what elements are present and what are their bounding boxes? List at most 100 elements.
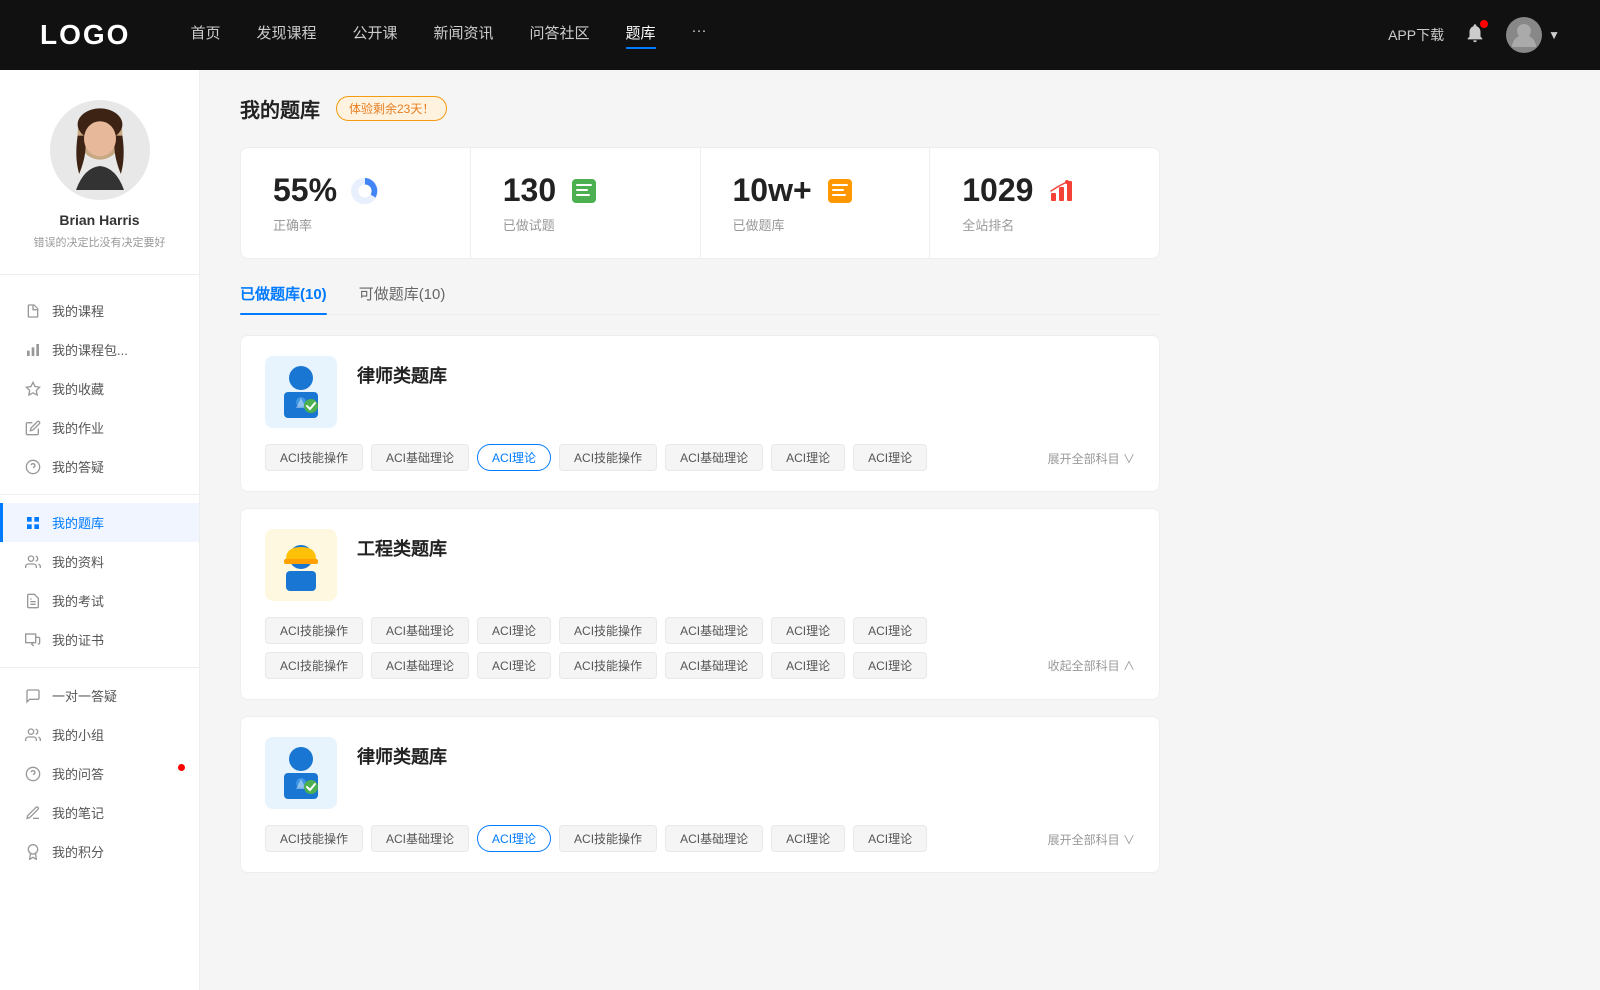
sidebar-item-mycourse[interactable]: 我的课程 [0, 291, 199, 330]
qa-icon [24, 765, 42, 783]
tag-3-3[interactable]: ACI技能操作 [559, 825, 657, 852]
stat-accuracy: 55% 正确率 [241, 148, 471, 258]
grid-icon [24, 514, 42, 532]
sidebar-label-myqa: 我的答疑 [52, 457, 104, 476]
sidebar-item-mygroup[interactable]: 我的小组 [0, 715, 199, 754]
nav-discover[interactable]: 发现课程 [256, 22, 316, 49]
profile-motto: 错误的决定比没有决定要好 [34, 234, 166, 250]
tag-2b-3[interactable]: ACI技能操作 [559, 652, 657, 679]
tag-1-5[interactable]: ACI理论 [771, 444, 845, 471]
app-download-link[interactable]: APP下载 [1388, 25, 1444, 45]
tag-1-3[interactable]: ACI技能操作 [559, 444, 657, 471]
tag-1-2[interactable]: ACI理论 [477, 444, 551, 471]
accuracy-value: 55% [273, 172, 337, 209]
tag-2b-5[interactable]: ACI理论 [771, 652, 845, 679]
qbank-header-2: 工程类题库 [265, 529, 1135, 601]
tag-3-6[interactable]: ACI理论 [853, 825, 927, 852]
tag-2b-1[interactable]: ACI基础理论 [371, 652, 469, 679]
qbank-tags-row-2a: ACI技能操作 ACI基础理论 ACI理论 ACI技能操作 ACI基础理论 AC… [265, 617, 1135, 644]
tag-2a-1[interactable]: ACI基础理论 [371, 617, 469, 644]
doc-icon [24, 592, 42, 610]
qbank-title-2: 工程类题库 [357, 529, 447, 561]
divider-1 [0, 494, 199, 495]
qbank-card-1: 律师类题库 ACI技能操作 ACI基础理论 ACI理论 ACI技能操作 ACI基… [240, 335, 1160, 492]
tab-available-banks[interactable]: 可做题库(10) [359, 283, 446, 314]
nav-qbank[interactable]: 题库 [626, 22, 656, 49]
pie-chart-icon [349, 175, 381, 207]
sidebar-item-mycert[interactable]: 我的证书 [0, 620, 199, 659]
nav-news[interactable]: 新闻资讯 [434, 22, 494, 49]
sidebar-label-mynotes: 我的笔记 [52, 803, 104, 822]
stat-site-rank: 1029 全站排名 [930, 148, 1159, 258]
stat-top-4: 1029 [962, 172, 1127, 209]
page-header: 我的题库 体验剩余23天！ [240, 94, 1160, 123]
tab-done-banks[interactable]: 已做题库(10) [240, 283, 327, 314]
tag-3-2[interactable]: ACI理论 [477, 825, 551, 852]
sidebar-item-myqa[interactable]: 我的答疑 [0, 447, 199, 486]
profile-avatar [50, 100, 150, 200]
sidebar-item-homework[interactable]: 我的作业 [0, 408, 199, 447]
tag-2b-6[interactable]: ACI理论 [853, 652, 927, 679]
sidebar-label-qbank: 我的题库 [52, 513, 104, 532]
stat-top-3: 10w+ [733, 172, 898, 209]
tag-2b-4[interactable]: ACI基础理论 [665, 652, 763, 679]
people-icon [24, 553, 42, 571]
tag-3-4[interactable]: ACI基础理论 [665, 825, 763, 852]
tag-2a-3[interactable]: ACI技能操作 [559, 617, 657, 644]
tags-container-1: ACI技能操作 ACI基础理论 ACI理论 ACI技能操作 ACI基础理论 AC… [265, 444, 927, 471]
questions-dot [178, 764, 185, 771]
stat-done-questions: 130 已做试题 [471, 148, 701, 258]
qbank-header-3: 律师类题库 [265, 737, 1135, 809]
qbank-title-3: 律师类题库 [357, 737, 447, 769]
edit-icon [24, 419, 42, 437]
qbank-icon-lawyer-3 [265, 737, 337, 809]
expand-link-1[interactable]: 展开全部科目 ∨ [1048, 450, 1135, 471]
tag-3-0[interactable]: ACI技能操作 [265, 825, 363, 852]
profile-name: Brian Harris [59, 212, 139, 228]
user-avatar-area[interactable]: ▼ [1506, 17, 1560, 53]
nav-home[interactable]: 首页 [190, 22, 220, 49]
medal-icon [24, 843, 42, 861]
nav-more[interactable]: ··· [692, 22, 707, 49]
sidebar-item-coursepackage[interactable]: 我的课程包... [0, 330, 199, 369]
sidebar-item-mynotes[interactable]: 我的笔记 [0, 793, 199, 832]
qbank-icon-lawyer-1 [265, 356, 337, 428]
tag-2b-2[interactable]: ACI理论 [477, 652, 551, 679]
qbank-card-3: 律师类题库 ACI技能操作 ACI基础理论 ACI理论 ACI技能操作 ACI基… [240, 716, 1160, 873]
tag-2a-6[interactable]: ACI理论 [853, 617, 927, 644]
collapse-link-2[interactable]: 收起全部科目 ∧ [1048, 657, 1135, 674]
tag-1-0[interactable]: ACI技能操作 [265, 444, 363, 471]
sidebar-label-oneonone: 一对一答疑 [52, 686, 117, 705]
sidebar-item-qbank[interactable]: 我的题库 [0, 503, 199, 542]
tag-3-1[interactable]: ACI基础理论 [371, 825, 469, 852]
tag-3-5[interactable]: ACI理论 [771, 825, 845, 852]
nav-menu: 首页 发现课程 公开课 新闻资讯 问答社区 题库 ··· [190, 22, 1388, 49]
sidebar-item-mydata[interactable]: 我的资料 [0, 542, 199, 581]
tag-2a-0[interactable]: ACI技能操作 [265, 617, 363, 644]
sidebar-item-oneonone[interactable]: 一对一答疑 [0, 676, 199, 715]
sidebar-item-myexam[interactable]: 我的考试 [0, 581, 199, 620]
sidebar-label-mygroup: 我的小组 [52, 725, 104, 744]
nav-opencourse[interactable]: 公开课 [352, 22, 397, 49]
nav-qa[interactable]: 问答社区 [530, 22, 590, 49]
tag-2a-4[interactable]: ACI基础理论 [665, 617, 763, 644]
expand-link-3[interactable]: 展开全部科目 ∨ [1048, 831, 1135, 852]
tag-1-6[interactable]: ACI理论 [853, 444, 927, 471]
tag-1-1[interactable]: ACI基础理论 [371, 444, 469, 471]
tag-2a-2[interactable]: ACI理论 [477, 617, 551, 644]
sidebar-item-mypoints[interactable]: 我的积分 [0, 832, 199, 871]
qbank-title-1: 律师类题库 [357, 356, 447, 388]
qbank-tags-row-2b: ACI技能操作 ACI基础理论 ACI理论 ACI技能操作 ACI基础理论 AC… [265, 652, 1135, 679]
sidebar-item-myquestions[interactable]: 我的问答 [0, 754, 199, 793]
notification-bell[interactable] [1464, 22, 1486, 49]
certificate-icon [24, 631, 42, 649]
tag-2b-0[interactable]: ACI技能操作 [265, 652, 363, 679]
done-questions-label: 已做试题 [503, 215, 668, 234]
stats-row: 55% 正确率 130 [240, 147, 1160, 259]
tag-2a-5[interactable]: ACI理论 [771, 617, 845, 644]
sidebar-label-myexam: 我的考试 [52, 591, 104, 610]
sidebar-item-favorites[interactable]: 我的收藏 [0, 369, 199, 408]
dropdown-arrow-icon: ▼ [1548, 28, 1560, 42]
tag-1-4[interactable]: ACI基础理论 [665, 444, 763, 471]
sidebar-label-homework: 我的作业 [52, 418, 104, 437]
